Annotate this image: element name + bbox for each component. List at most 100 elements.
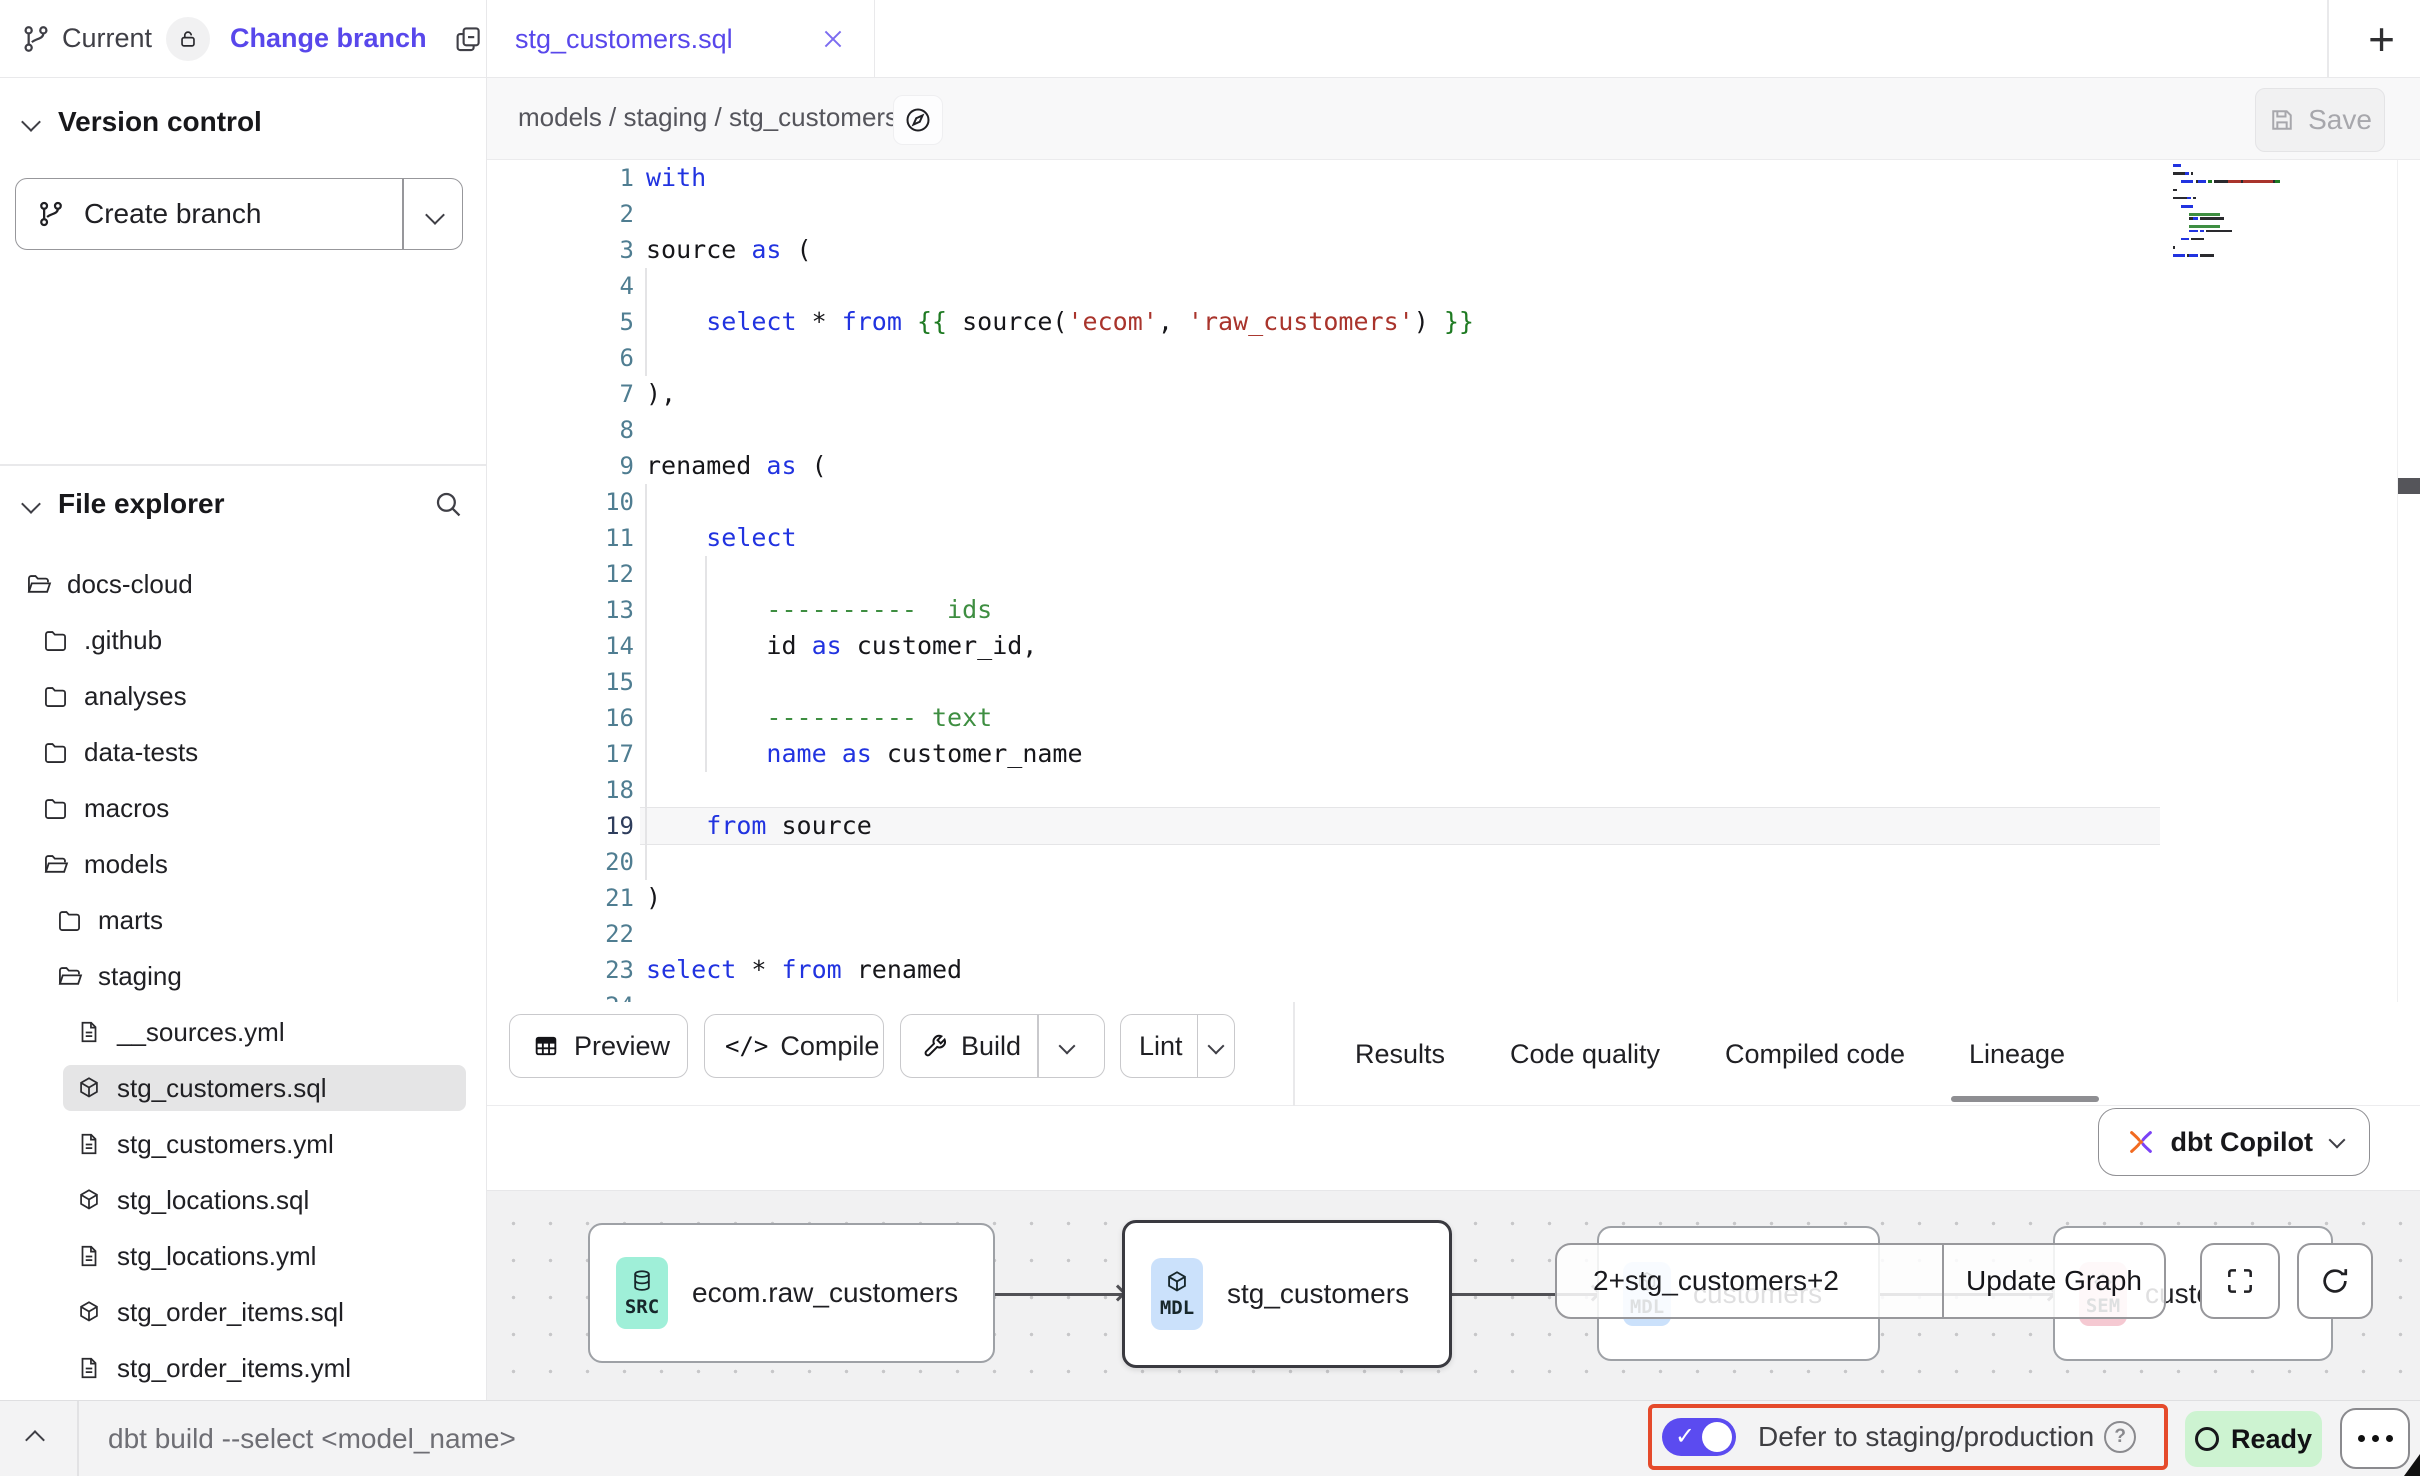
file-explorer-title: File explorer [58, 488, 225, 520]
minimap[interactable] [2173, 164, 2305, 262]
lineage-node-stg-customers[interactable]: MDL stg_customers [1122, 1220, 1452, 1368]
search-icon[interactable] [432, 488, 464, 520]
compile-label: Compile [780, 1031, 879, 1062]
tree-item-stg-customers-sql[interactable]: stg_customers.sql [0, 1060, 486, 1116]
badge-label: MDL [1160, 1297, 1194, 1319]
line-number: 9 [487, 448, 634, 484]
preview-label: Preview [574, 1031, 670, 1062]
lint-dropdown[interactable] [1198, 1040, 1234, 1052]
update-graph-button[interactable]: Update Graph [1944, 1245, 2164, 1317]
chevron-down-icon [1208, 1038, 1225, 1055]
compass-icon[interactable] [893, 95, 943, 145]
code-line-24: 24 [487, 988, 2420, 1002]
tree-item--sources-yml[interactable]: __sources.yml [0, 1004, 486, 1060]
build-button[interactable]: Build [900, 1014, 1105, 1078]
line-number: 18 [487, 772, 634, 808]
tree-item-label: stg_locations.sql [117, 1185, 309, 1216]
cube-icon [1164, 1269, 1190, 1295]
tree-item-label: stg_locations.yml [117, 1241, 316, 1272]
model-badge: MDL [1151, 1258, 1203, 1330]
refresh-icon [2318, 1264, 2352, 1298]
tree-item-macros[interactable]: macros [0, 780, 486, 836]
code-text: from source [646, 808, 872, 844]
scrollbar-thumb[interactable] [2398, 478, 2420, 494]
tree-item-stg-locations-sql[interactable]: stg_locations.sql [0, 1172, 486, 1228]
tab-code-quality[interactable]: Code quality [1510, 1002, 1660, 1106]
tree-item-stg-locations-yml[interactable]: stg_locations.yml [0, 1228, 486, 1284]
status-badge: Ready [2185, 1411, 2322, 1467]
defer-toggle[interactable]: ✓ [1662, 1418, 1736, 1456]
refresh-button[interactable] [2297, 1243, 2373, 1319]
change-branch-link[interactable]: Change branch [230, 23, 427, 54]
line-number: 7 [487, 376, 634, 412]
line-number: 4 [487, 268, 634, 304]
preview-button[interactable]: Preview [509, 1014, 688, 1078]
save-label: Save [2308, 104, 2372, 136]
tab-results[interactable]: Results [1355, 1002, 1445, 1106]
more-options-button[interactable] [2340, 1408, 2410, 1469]
minimap-line [2173, 258, 2305, 262]
tree-item--github[interactable]: .github [0, 612, 486, 668]
code-line-3: 3source as ( [487, 232, 2420, 268]
tree-item-stg-order-items-sql[interactable]: stg_order_items.sql [0, 1284, 486, 1340]
tree-item-analyses[interactable]: analyses [0, 668, 486, 724]
save-button[interactable]: Save [2255, 88, 2385, 152]
wrench-icon [921, 1032, 949, 1060]
git-branch-icon [20, 23, 52, 55]
code-line-10: 10 [487, 484, 2420, 520]
tree-item-models[interactable]: models [0, 836, 486, 892]
chevron-down-icon[interactable] [425, 205, 445, 225]
tree-item-stg-customers-yml[interactable]: stg_customers.yml [0, 1116, 486, 1172]
code-editor[interactable]: 1with23source as (45 select * from {{ so… [487, 160, 2420, 1002]
close-icon[interactable] [820, 26, 846, 52]
command-input[interactable]: dbt build --select <model_name> [108, 1423, 516, 1455]
folder-open-icon [25, 571, 52, 598]
create-branch-button[interactable]: Create branch [15, 178, 463, 250]
code-text: id as customer_id, [646, 628, 1037, 664]
table-icon [532, 1032, 560, 1060]
tree-item-label: marts [98, 905, 163, 936]
editor-scrollbar[interactable] [2397, 160, 2420, 1002]
sidebar: Current Change branch Version control Cr… [0, 0, 487, 1400]
copy-icon[interactable] [453, 24, 483, 54]
tab-lineage[interactable]: Lineage [1969, 1002, 2065, 1106]
dbt-copilot-button[interactable]: dbt Copilot [2098, 1108, 2370, 1176]
fullscreen-button[interactable] [2200, 1243, 2280, 1319]
sidebar-section-divider [0, 464, 486, 466]
code-line-23: 23select * from renamed [487, 952, 2420, 988]
lineage-node-source[interactable]: SRC ecom.raw_customers [588, 1223, 995, 1363]
line-number: 23 [487, 952, 634, 988]
tree-item-docs-cloud[interactable]: docs-cloud [0, 556, 486, 612]
help-icon[interactable]: ? [2104, 1421, 2136, 1453]
source-badge: SRC [616, 1257, 668, 1329]
file-tree: docs-cloud.githubanalysesdata-testsmacro… [0, 556, 486, 1396]
toggle-knob [1702, 1422, 1732, 1452]
new-tab-button[interactable]: + [2343, 0, 2420, 78]
compile-button[interactable]: </> Compile [704, 1014, 884, 1078]
defer-toggle-label: Defer to staging/production [1758, 1421, 2094, 1453]
tree-item-stg-order-items-yml[interactable]: stg_order_items.yml [0, 1340, 486, 1396]
tree-item-staging[interactable]: staging [0, 948, 486, 1004]
create-branch-label: Create branch [84, 198, 261, 230]
tree-item-data-tests[interactable]: data-tests [0, 724, 486, 780]
line-number: 14 [487, 628, 634, 664]
file-explorer-header[interactable]: File explorer [0, 482, 486, 526]
editor-tab-bar: stg_customers.sql + [487, 0, 2420, 78]
version-control-header[interactable]: Version control [0, 100, 486, 144]
tab-stg-customers-sql[interactable]: stg_customers.sql [487, 0, 875, 78]
collapse-panel-chevron[interactable] [25, 1430, 45, 1450]
chevron-down-icon [1058, 1038, 1075, 1055]
build-dropdown[interactable] [1039, 1040, 1095, 1052]
tree-item-marts[interactable]: marts [0, 892, 486, 948]
breadcrumb-row: models / staging / stg_customers.sql Sav… [487, 78, 2420, 160]
lineage-graph[interactable]: SRC ecom.raw_customers MDL stg_customers… [487, 1190, 2420, 1400]
lock-icon [177, 28, 199, 50]
line-number: 19 [487, 808, 634, 844]
tab-compiled-code[interactable]: Compiled code [1725, 1002, 1905, 1106]
file-icon [76, 1131, 102, 1157]
code-text: source as ( [646, 232, 812, 268]
fullscreen-icon [2224, 1265, 2256, 1297]
lineage-selector-input[interactable]: 2+stg_customers+2 [1557, 1245, 1942, 1317]
lint-button[interactable]: Lint [1120, 1014, 1235, 1078]
code-line-4: 4 [487, 268, 2420, 304]
